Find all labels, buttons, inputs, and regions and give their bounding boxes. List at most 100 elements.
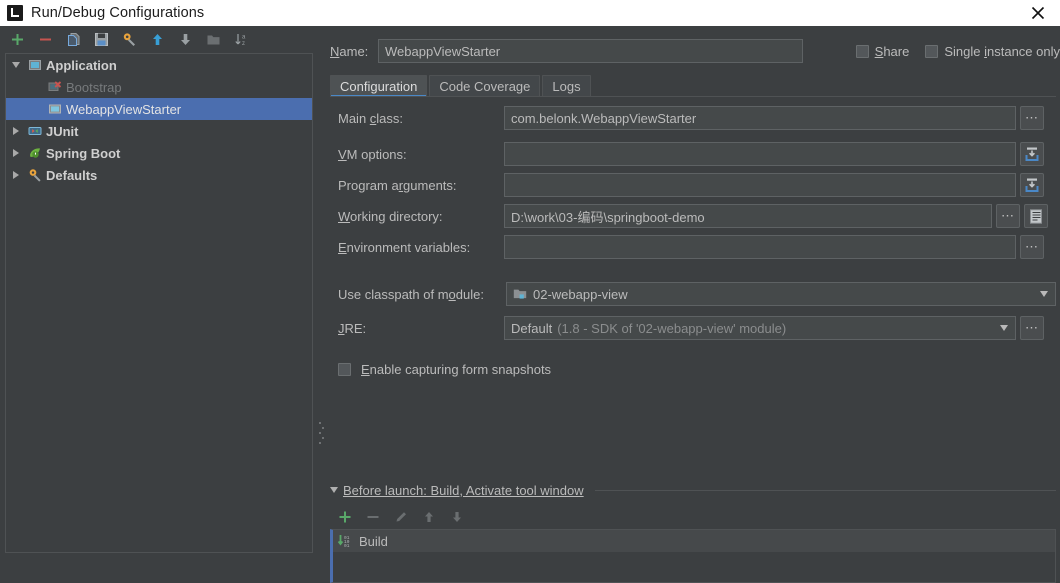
classpath-module-label: Use classpath of module:: [338, 286, 484, 302]
copy-icon: [67, 32, 79, 46]
expand-editor-icon: [1025, 178, 1039, 192]
move-down-button[interactable]: [176, 30, 194, 48]
program-arguments-control: [504, 173, 1044, 197]
arrow-up-icon: [152, 33, 162, 45]
environment-variables-browse-button[interactable]: ⋯: [1020, 235, 1044, 259]
expander-right-icon[interactable]: [6, 171, 26, 179]
ellipsis-icon: ⋯: [1025, 239, 1039, 254]
jre-browse-button[interactable]: ⋯: [1020, 316, 1044, 340]
tree-node-junit[interactable]: JUnit: [6, 120, 312, 142]
share-checkbox[interactable]: Share: [855, 43, 910, 59]
configurations-panel: a z Application Bootstrap WebappViewStar…: [0, 26, 318, 557]
tab-code-coverage[interactable]: Code Coverage: [429, 75, 541, 97]
form-snapshots-label: Enable capturing form snapshots: [361, 361, 552, 377]
form-snapshots-row: Enable capturing form snapshots: [338, 357, 551, 381]
jre-value: Default: [511, 320, 553, 336]
tab-configuration[interactable]: Configuration: [330, 75, 428, 97]
add-task-button[interactable]: [336, 508, 354, 526]
chevron-down-icon[interactable]: [993, 317, 1015, 339]
classpath-module-control: 02-webapp-view: [506, 282, 1056, 306]
main-class-input[interactable]: [504, 106, 1016, 130]
folder-icon: [207, 35, 219, 44]
working-directory-browse-button[interactable]: ⋯: [996, 204, 1020, 228]
working-directory-macros-button[interactable]: [1024, 204, 1048, 228]
tree-node-label: Defaults: [46, 167, 98, 183]
jre-control: Default (1.8 - SDK of '02-webapp-view' m…: [504, 316, 1044, 340]
minus-icon: [39, 38, 51, 40]
create-folder-button[interactable]: [204, 30, 222, 48]
save-configuration-button[interactable]: [92, 30, 110, 48]
before-launch-header[interactable]: Before launch: Build, Activate tool wind…: [330, 481, 1056, 499]
form-snapshots-checkbox[interactable]: Enable capturing form snapshots: [338, 362, 551, 377]
configurations-toolbar: a z: [0, 26, 318, 52]
svg-text:a: a: [242, 34, 246, 40]
tree-node-label: JUnit: [46, 123, 79, 139]
ellipsis-icon: ⋯: [1025, 110, 1039, 125]
tree-node-spring-boot[interactable]: Spring Boot: [6, 142, 312, 164]
plus-icon: [11, 33, 23, 45]
arrow-up-icon: [425, 512, 433, 522]
window-title: Run/Debug Configurations: [31, 5, 205, 21]
checkbox-box: [925, 44, 939, 58]
checkbox-box: [855, 44, 869, 58]
vm-options-label: VM options:: [338, 146, 407, 162]
splitter-grip-icon: [319, 422, 325, 444]
before-launch-task-list[interactable]: 01 10 01 Build: [330, 529, 1056, 583]
tree-node-application[interactable]: Application: [6, 54, 312, 76]
classpath-module-combobox[interactable]: 02-webapp-view: [506, 282, 1056, 306]
single-instance-label: Single instance only: [944, 43, 1060, 59]
tree-node-label: WebappViewStarter: [66, 101, 182, 117]
share-label: Share: [874, 43, 910, 59]
tree-node-defaults[interactable]: Defaults: [6, 164, 312, 186]
working-directory-control: ⋯: [504, 204, 1048, 228]
jre-combobox[interactable]: Default (1.8 - SDK of '02-webapp-view' m…: [504, 316, 1016, 340]
editor-tabs[interactable]: Configuration Code Coverage Logs: [330, 74, 591, 97]
working-directory-input[interactable]: [504, 204, 992, 228]
close-button[interactable]: [1015, 0, 1060, 26]
tree-node-bootstrap[interactable]: Bootstrap: [6, 76, 312, 98]
sort-configurations-button[interactable]: a z: [232, 30, 250, 48]
chevron-down-icon[interactable]: [1033, 283, 1055, 305]
vm-options-input[interactable]: [504, 142, 1016, 166]
program-arguments-input[interactable]: [504, 173, 1016, 197]
program-arguments-expand-button[interactable]: [1020, 173, 1044, 197]
svg-text:01: 01: [344, 543, 350, 548]
plus-icon: [339, 511, 351, 523]
remove-configuration-button[interactable]: [36, 30, 54, 48]
expander-down-icon[interactable]: [330, 487, 338, 493]
spring-boot-icon: [26, 146, 44, 160]
tree-node-webappviewstarter[interactable]: WebappViewStarter: [6, 98, 312, 120]
pencil-icon: [396, 512, 406, 522]
jre-label: JRE:: [338, 320, 367, 336]
expander-right-icon[interactable]: [6, 127, 26, 135]
tree-node-label: Application: [46, 57, 117, 73]
panel-splitter[interactable]: [318, 26, 326, 557]
dialog-body: a z Application Bootstrap WebappViewStar…: [0, 26, 1060, 583]
name-label: Name:: [330, 43, 369, 59]
configurations-tree[interactable]: Application Bootstrap WebappViewStarter …: [5, 53, 313, 553]
copy-configuration-button[interactable]: [64, 30, 82, 48]
main-class-browse-button[interactable]: ⋯: [1020, 106, 1044, 130]
minus-icon: [367, 516, 379, 518]
move-up-button[interactable]: [148, 30, 166, 48]
add-configuration-button[interactable]: [8, 30, 26, 48]
environment-variables-input[interactable]: [504, 235, 1016, 259]
name-input[interactable]: [378, 39, 803, 63]
before-launch-task-build[interactable]: 01 10 01 Build: [333, 530, 1055, 552]
expander-down-icon[interactable]: [6, 62, 26, 68]
vm-options-expand-button[interactable]: [1020, 142, 1044, 166]
main-class-label: Main class:: [338, 110, 404, 126]
wrench-gear-icon: [123, 32, 135, 46]
single-instance-checkbox[interactable]: Single instance only: [925, 44, 1060, 59]
arrow-down-icon: [180, 33, 190, 45]
edit-defaults-button[interactable]: [120, 30, 138, 48]
application-icon: [46, 102, 64, 116]
tab-logs[interactable]: Logs: [542, 75, 591, 97]
ellipsis-icon: ⋯: [1025, 320, 1039, 335]
application-icon: [26, 58, 44, 72]
checkbox-box: [338, 362, 351, 376]
main-class-control: ⋯: [504, 106, 1044, 130]
expander-right-icon[interactable]: [6, 149, 26, 157]
ellipsis-icon: ⋯: [1001, 208, 1015, 223]
before-launch-title: Before launch: Build, Activate tool wind…: [343, 482, 584, 498]
